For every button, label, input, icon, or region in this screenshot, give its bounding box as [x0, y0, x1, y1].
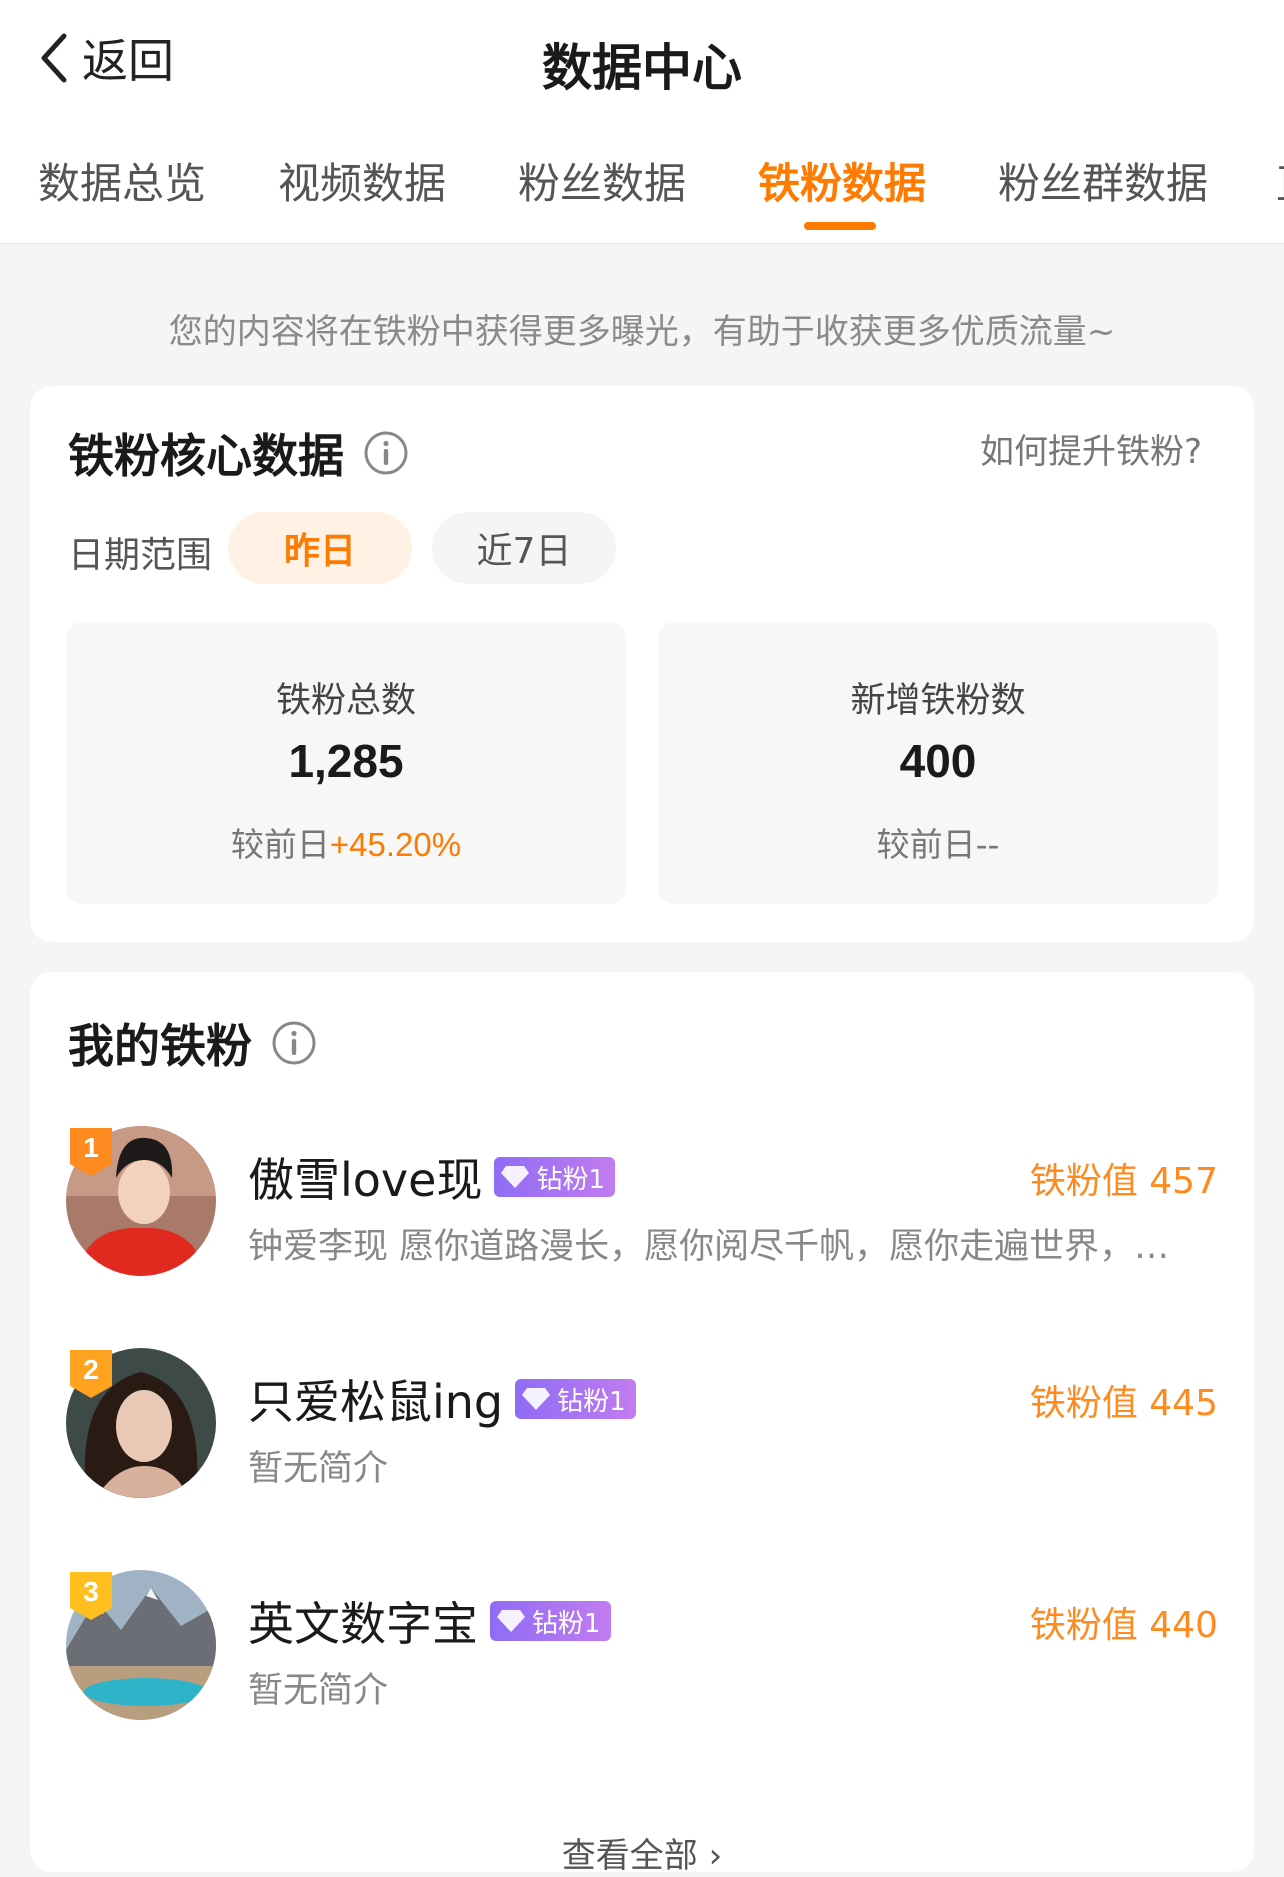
- how-to-improve-link[interactable]: 如何提升铁粉?: [980, 424, 1202, 473]
- fan-name-text: 英文数字宝: [248, 1597, 478, 1651]
- fan-score: 铁粉值 457: [1029, 1161, 1218, 1202]
- stat-value: 1,285: [288, 735, 404, 787]
- hint-text: 您的内容将在铁粉中获得更多曝光，有助于收获更多优质流量~: [168, 312, 1116, 352]
- view-all-link[interactable]: 查看全部 ›: [30, 1828, 1254, 1877]
- tab-bar: 数据总览 视频数据 粉丝数据 铁粉数据 粉丝群数据 直: [0, 120, 1284, 244]
- fan-name-text: 傲雪love现: [248, 1153, 483, 1207]
- rank-badge-icon: 2: [68, 1348, 114, 1400]
- range-yesterday-button[interactable]: 昨日: [228, 512, 412, 584]
- fan-level-text: 钻粉1: [536, 1164, 605, 1195]
- tab-overview[interactable]: 数据总览: [38, 150, 206, 211]
- fan-bio: 暂无简介: [248, 1449, 389, 1489]
- fan-list-item[interactable]: 2 只爱松鼠ing 钻粉1 铁粉值 445 暂无简介: [30, 1348, 1254, 1508]
- fan-score: 铁粉值 445: [1029, 1383, 1218, 1424]
- range-7-days-button[interactable]: 近7日: [432, 512, 616, 584]
- rank-number: 1: [83, 1132, 99, 1163]
- fan-list-item[interactable]: 1 傲雪love现 钻粉1 铁粉值 457 钟爱李现 愿你道路漫长，愿你阅尽千帆…: [30, 1126, 1254, 1286]
- view-all-label: 查看全部: [561, 1836, 698, 1876]
- fan-level-badge: 钻粉1: [515, 1379, 636, 1419]
- fan-bio: 暂无简介: [248, 1671, 389, 1711]
- stat-compare-value: --: [975, 825, 1000, 864]
- active-tab-indicator: [804, 222, 876, 230]
- stat-name: 新增铁粉数: [850, 681, 1026, 721]
- fan-name-text: 只爱松鼠ing: [248, 1375, 504, 1429]
- stat-compare-prefix: 较前日: [230, 825, 330, 864]
- tab-live-data[interactable]: 直: [1276, 150, 1284, 211]
- diamond-icon: [501, 1166, 530, 1188]
- rank-badge-icon: 3: [68, 1570, 114, 1622]
- stat-name: 铁粉总数: [275, 681, 416, 721]
- core-data-title-text: 铁粉核心数据: [68, 429, 344, 483]
- fan-list-item[interactable]: 3 英文数字宝 钻粉1 铁粉值 440 暂无简介: [30, 1570, 1254, 1730]
- info-icon[interactable]: [362, 429, 410, 477]
- tab-fan-group-data[interactable]: 粉丝群数据: [998, 150, 1208, 211]
- fan-level-text: 钻粉1: [532, 1608, 601, 1639]
- fan-level-text: 钻粉1: [557, 1386, 626, 1417]
- tab-iron-fans-data[interactable]: 铁粉数据: [758, 150, 926, 211]
- tab-video-data[interactable]: 视频数据: [278, 150, 446, 211]
- date-range-label: 日期范围: [68, 535, 213, 576]
- stat-compare-value: +45.20%: [329, 826, 462, 863]
- my-iron-fans-title-text: 我的铁粉: [68, 1019, 252, 1073]
- tab-fans-data[interactable]: 粉丝数据: [518, 150, 686, 211]
- my-iron-fans-title: 我的铁粉: [68, 1010, 318, 1076]
- fan-level-badge: 钻粉1: [494, 1157, 615, 1197]
- fan-name: 只爱松鼠ing 钻粉1: [248, 1366, 636, 1432]
- fan-name: 英文数字宝 钻粉1: [248, 1588, 611, 1654]
- fan-bio: 钟爱李现 愿你道路漫长，愿你阅尽千帆，愿你走遍世界，…: [248, 1227, 1170, 1267]
- diamond-icon: [522, 1388, 551, 1410]
- diamond-icon: [497, 1610, 525, 1632]
- fan-score: 铁粉值 440: [1029, 1605, 1218, 1646]
- top-bar: 返回 数据中心: [0, 0, 1284, 120]
- my-iron-fans-card: 我的铁粉 1 傲雪love现 钻粉1 铁粉值 457 钟爱李现 愿你道路漫长，愿…: [30, 972, 1254, 1876]
- core-data-card: 铁粉核心数据 如何提升铁粉? 日期范围 昨日 近7日 铁粉总数 1,285 较前…: [30, 386, 1254, 942]
- stat-new-iron-fans: 新增铁粉数 400 较前日--: [658, 622, 1218, 904]
- page-title: 数据中心: [542, 39, 742, 97]
- stat-compare: 较前日--: [658, 818, 1218, 866]
- rank-badge-icon: 1: [68, 1126, 114, 1178]
- fan-level-badge: 钻粉1: [490, 1601, 611, 1641]
- rank-number: 2: [83, 1354, 99, 1385]
- fan-name: 傲雪love现 钻粉1: [248, 1144, 615, 1210]
- stat-value: 400: [899, 735, 977, 787]
- stat-compare: 较前日+45.20%: [66, 818, 626, 866]
- rank-number: 3: [83, 1576, 99, 1607]
- info-icon[interactable]: [270, 1019, 318, 1067]
- chevron-right-icon: ›: [708, 1836, 723, 1876]
- core-data-title: 铁粉核心数据: [68, 420, 410, 486]
- stat-compare-prefix: 较前日: [876, 825, 976, 864]
- stat-total-iron-fans: 铁粉总数 1,285 较前日+45.20%: [66, 622, 626, 904]
